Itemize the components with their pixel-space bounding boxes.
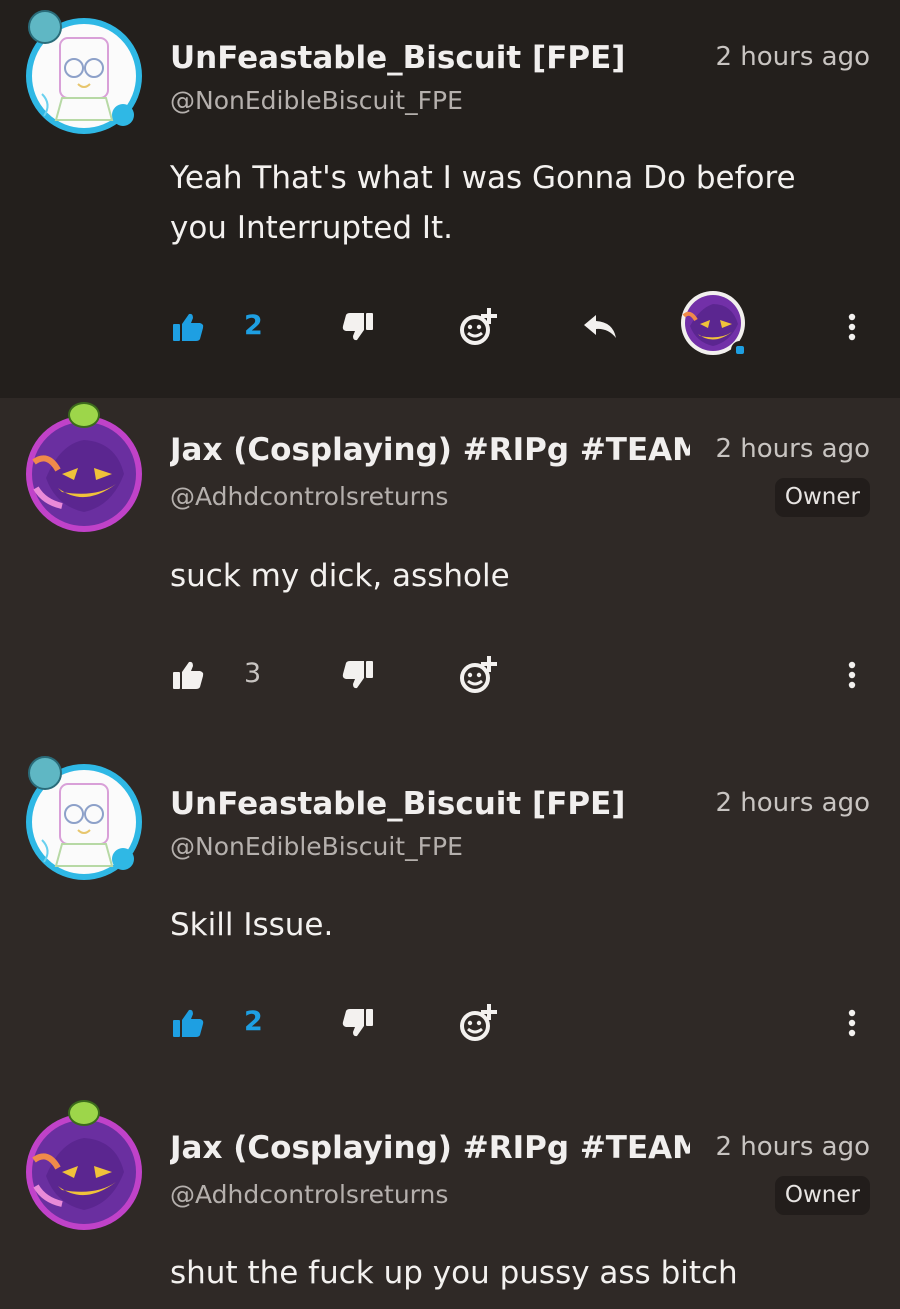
- react-button[interactable]: [458, 998, 498, 1048]
- jax-avatar-icon[interactable]: [26, 416, 142, 532]
- emoji-add-icon: [460, 656, 497, 693]
- thumbs-down-icon: [342, 1009, 373, 1037]
- comment-time: 2 hours ago: [715, 1132, 870, 1162]
- more-vertical-icon: [848, 1009, 856, 1037]
- comment-actions: 2: [0, 998, 900, 1048]
- jellyfish-badge-icon: [28, 756, 62, 790]
- like-count: 3: [244, 658, 262, 689]
- comment-time: 2 hours ago: [715, 42, 870, 72]
- thumbs-up-icon: [173, 1009, 204, 1037]
- comment-body-line: shut the fuck up you pussy ass bitch: [170, 1255, 738, 1291]
- like-button[interactable]: [172, 650, 204, 700]
- comment-handle[interactable]: @Adhdcontrolsreturns: [170, 1180, 448, 1209]
- comment-body: Yeah That's what I was Gonna Do before y…: [170, 153, 870, 253]
- jellyfish-badge-icon: [28, 10, 62, 44]
- comment-time: 2 hours ago: [715, 434, 870, 464]
- comment-author[interactable]: UnFeastable_Biscuit [FPE]: [170, 786, 690, 822]
- comment-body: Skill Issue.: [170, 900, 870, 950]
- jax-avatar-art: [32, 440, 124, 512]
- comment-card: UnFeastable_Biscuit [FPE] @NonEdibleBisc…: [0, 0, 900, 398]
- comment-handle[interactable]: @NonEdibleBiscuit_FPE: [170, 86, 463, 115]
- comment-handle[interactable]: @Adhdcontrolsreturns: [170, 482, 448, 511]
- jax-avatar-icon[interactable]: [26, 1114, 142, 1230]
- react-button[interactable]: [458, 650, 498, 700]
- reply-avatar[interactable]: [680, 291, 750, 359]
- comment-actions: 2: [0, 291, 900, 359]
- comment-card: Jax (Cosplaying) #RIPg #TEAM @Adhdcontro…: [0, 398, 900, 748]
- dislike-button[interactable]: [342, 998, 374, 1048]
- frog-badge-icon: [68, 402, 100, 428]
- owner-badge: Owner: [774, 478, 870, 517]
- comment-author[interactable]: Jax (Cosplaying) #RIPg #TEAM: [170, 1130, 690, 1166]
- frog-badge-icon: [68, 1100, 100, 1126]
- comment-handle[interactable]: @NonEdibleBiscuit_FPE: [170, 832, 463, 861]
- comment-body-line: you Interrupted It.: [170, 210, 454, 246]
- dislike-button[interactable]: [342, 650, 374, 700]
- more-vertical-icon: [848, 313, 856, 341]
- emoji-add-icon: [460, 308, 497, 345]
- comment-body-line: suck my dick, asshole: [170, 558, 510, 594]
- more-button[interactable]: [844, 650, 860, 700]
- comment-card: Jax (Cosplaying) #RIPg #TEAM @Adhdcontro…: [0, 1098, 900, 1309]
- more-vertical-icon: [848, 661, 856, 689]
- like-count: 2: [244, 1006, 263, 1037]
- swirl-badge-icon: [112, 848, 134, 870]
- comment-body: suck my dick, asshole: [170, 551, 870, 601]
- comment-time: 2 hours ago: [715, 788, 870, 818]
- thumbs-up-icon: [173, 313, 204, 341]
- like-button[interactable]: [172, 302, 204, 352]
- jax-avatar-art: [32, 1138, 124, 1210]
- comment-body-line: Skill Issue.: [170, 907, 334, 943]
- thumbs-down-icon: [342, 661, 373, 689]
- like-button[interactable]: [172, 998, 204, 1048]
- reply-button[interactable]: [582, 302, 618, 352]
- comment-body: shut the fuck up you pussy ass bitch: [170, 1248, 870, 1298]
- comment-body-line: Yeah That's what I was Gonna Do before: [170, 160, 796, 196]
- comment-card: UnFeastable_Biscuit [FPE] @NonEdibleBisc…: [0, 748, 900, 1098]
- more-button[interactable]: [844, 302, 860, 352]
- more-button[interactable]: [844, 998, 860, 1048]
- jax-avatar-icon: [681, 291, 749, 359]
- thumbs-up-icon: [173, 661, 204, 689]
- thumbs-down-icon: [342, 313, 373, 341]
- comment-author[interactable]: UnFeastable_Biscuit [FPE]: [170, 40, 690, 76]
- react-button[interactable]: [458, 302, 498, 352]
- like-count: 2: [244, 310, 263, 341]
- owner-badge: Owner: [774, 1176, 870, 1215]
- comment-author[interactable]: Jax (Cosplaying) #RIPg #TEAM: [170, 432, 690, 468]
- reply-arrow-icon: [584, 315, 616, 338]
- comment-actions: 3: [0, 650, 900, 700]
- dislike-button[interactable]: [342, 302, 374, 352]
- emoji-add-icon: [460, 1004, 497, 1041]
- swirl-badge-icon: [112, 104, 134, 126]
